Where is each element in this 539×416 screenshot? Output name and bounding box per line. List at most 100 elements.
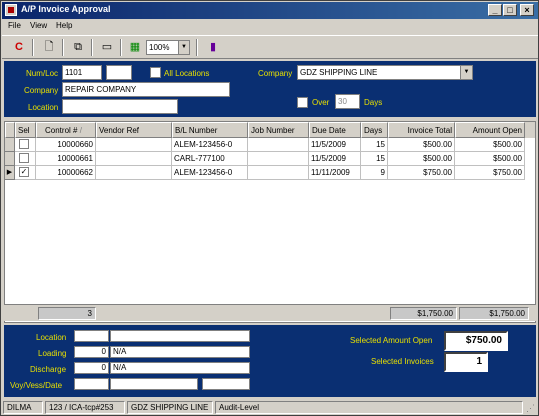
col-vendor-ref[interactable]: Vendor Ref [96,122,172,138]
app-icon [5,4,17,16]
toolbar-separator [196,39,198,56]
cell-control: 10000662 [36,166,96,180]
status-company: GDZ SHIPPING LINE [127,401,213,414]
detail-location-name[interactable] [110,330,250,342]
company-field[interactable]: REPAIR COMPANY [62,82,230,97]
cell-days: 15 [361,138,388,152]
status-audit-level: Audit-Level [215,401,523,414]
grid-icon[interactable]: ▦ [126,39,144,56]
toolbar-separator [32,39,34,56]
all-locations-checkbox[interactable] [150,67,161,78]
refresh-icon[interactable]: C [10,39,28,56]
loc-field[interactable] [106,65,132,80]
close-button[interactable]: × [520,4,534,16]
selected-invoices-label: Selected Invoices [371,357,434,366]
numloc-field[interactable]: 1101 [62,65,102,80]
detail-location-num[interactable] [74,330,109,342]
col-bl-number[interactable]: B/L Number [172,122,248,138]
table-row[interactable]: ▶ ✓ 10000662 ALEM-123456-0 11/11/2009 9 … [5,166,535,180]
row-select-cell[interactable] [15,138,36,152]
detail-panel: Location Loading 0 N/A Discharge 0 N/A V… [4,325,536,397]
menu-help[interactable]: Help [56,21,72,30]
chevron-down-icon[interactable]: ▼ [460,66,472,79]
all-locations-label: All Locations [164,69,210,78]
new-document-icon[interactable]: 🗋 [40,39,58,56]
zoom-value: 100% [149,43,170,52]
location-field[interactable] [62,99,178,114]
cell-invoice-total: $500.00 [388,138,455,152]
loading-num[interactable]: 0 [74,346,109,358]
status-user: DILMA [3,401,43,414]
grid-header: Sel Control # / Vendor Ref B/L Number Jo… [5,122,535,138]
over-days-field[interactable]: 30 [335,94,360,109]
cell-amount-open: $750.00 [455,166,525,180]
cell-invoice-total: $500.00 [388,152,455,166]
col-days[interactable]: Days [361,122,388,138]
company2-label: Company [258,69,293,78]
days-label: Days [364,98,383,107]
row-checkbox-checked[interactable]: ✓ [19,167,29,177]
zoom-select[interactable]: 100% ▼ [146,40,190,55]
resize-grip-icon[interactable]: ⋰ [526,404,536,414]
row-select-cell[interactable]: ✓ [15,166,36,180]
cell-bl-number: ALEM-123456-0 [172,138,248,152]
col-invoice-total[interactable]: Invoice Total [388,122,455,138]
over-label: Over [312,98,330,107]
cell-job-number [248,152,309,166]
vessel-field[interactable] [110,378,198,390]
title-bar[interactable]: A/P Invoice Approval _ □ × [2,2,538,19]
col-job-number[interactable]: Job Number [248,122,309,138]
cell-job-number [248,138,309,152]
menu-file[interactable]: File [8,21,21,30]
company-dropdown[interactable]: GDZ SHIPPING LINE ▼ [297,65,473,80]
col-control[interactable]: Control # / [36,122,96,138]
selected-amount-value: $750.00 [444,331,508,351]
over-checkbox[interactable] [297,97,308,108]
col-due-date[interactable]: Due Date [309,122,361,138]
menu-view[interactable]: View [30,21,47,30]
chevron-down-icon[interactable]: ▼ [178,41,189,54]
row-indicator [5,152,15,166]
col-amount-open[interactable]: Amount Open [455,122,525,138]
cell-days: 15 [361,152,388,166]
discharge-name[interactable]: N/A [110,362,250,374]
row-indicator [5,138,15,152]
cell-bl-number: ALEM-123456-0 [172,166,248,180]
cell-job-number [248,166,309,180]
toolbar: C 🗋 ⧉ ▭ ▦ 100% ▼ ▮ [2,35,538,59]
row-select-cell[interactable] [15,152,36,166]
cell-due-date: 11/5/2009 [309,152,361,166]
cell-control: 10000661 [36,152,96,166]
toolbar-separator [91,39,93,56]
total-count: 3 [38,307,96,320]
filter-panel: Num/Loc 1101 All Locations Company REPAI… [4,61,536,117]
table-row[interactable]: 10000661 CARL-777100 11/5/2009 15 $500.0… [5,152,535,166]
toolbar-separator [120,39,122,56]
loading-label: Loading [38,349,67,358]
voyage-field[interactable] [74,378,109,390]
cell-vendor-ref [96,166,172,180]
company-dropdown-value: GDZ SHIPPING LINE [300,68,378,77]
col-control-label: Control # [45,126,78,135]
cell-bl-number: CARL-777100 [172,152,248,166]
table-row[interactable]: 10000660 ALEM-123456-0 11/5/2009 15 $500… [5,138,535,152]
maximize-button[interactable]: □ [503,4,517,16]
tools-icon[interactable]: ▮ [204,39,222,56]
copy-icon[interactable]: ⧉ [69,39,87,56]
loading-name[interactable]: N/A [110,346,250,358]
selected-amount-label: Selected Amount Open [350,336,433,345]
row-checkbox[interactable] [19,139,29,149]
cell-due-date: 11/11/2009 [309,166,361,180]
cell-amount-open: $500.00 [455,138,525,152]
row-checkbox[interactable] [19,153,29,163]
col-sel[interactable]: Sel [15,122,36,138]
invoice-grid: Sel Control # / Vendor Ref B/L Number Jo… [4,121,536,323]
company-label: Company [24,86,59,95]
preview-icon[interactable]: ▭ [98,39,116,56]
cell-amount-open: $500.00 [455,152,525,166]
discharge-num[interactable]: 0 [74,362,109,374]
toolbar-separator [62,39,64,56]
header-corner [5,122,15,138]
minimize-button[interactable]: _ [488,4,502,16]
date-field[interactable] [202,378,250,390]
